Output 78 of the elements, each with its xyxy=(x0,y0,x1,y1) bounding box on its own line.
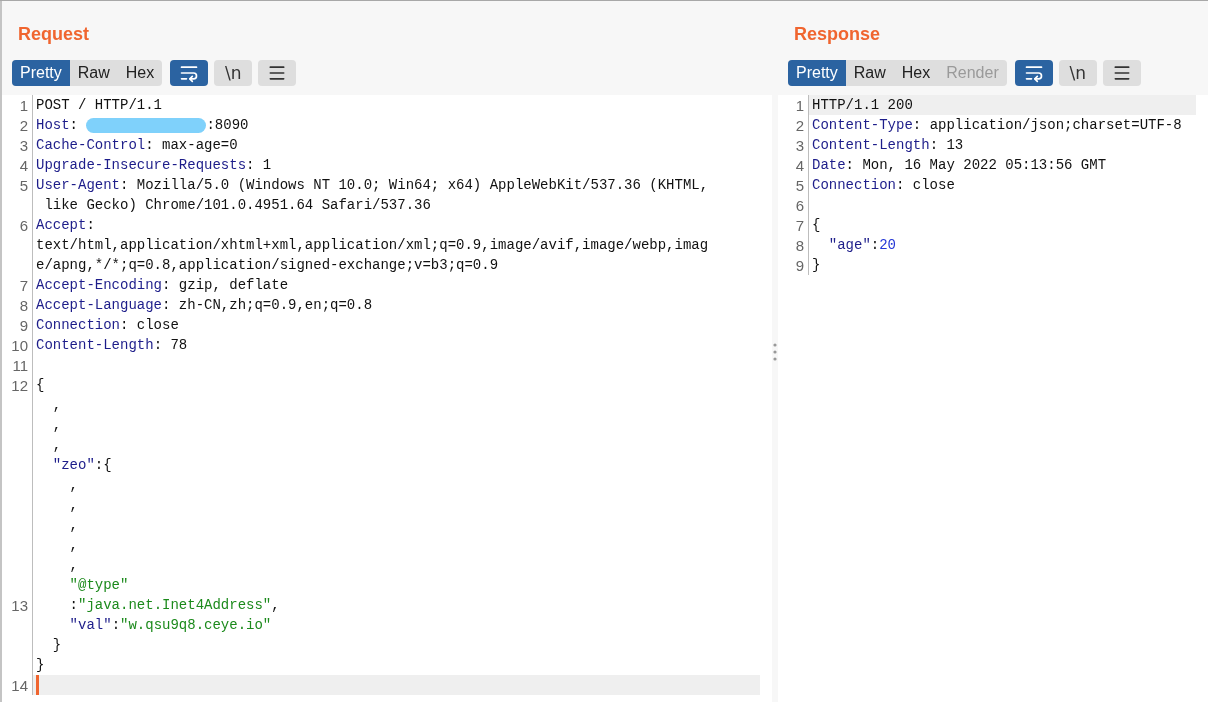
view-tab[interactable]: Pretty xyxy=(12,60,70,86)
wrap-text-icon xyxy=(179,63,200,83)
code-line: { xyxy=(36,377,45,393)
code-line: , xyxy=(68,477,78,493)
panel-title: Request xyxy=(17,23,90,46)
line-number: 5 xyxy=(795,176,804,194)
code-line: :8090 xyxy=(206,117,249,133)
line-number: 7 xyxy=(19,276,28,294)
code-line: Host: xyxy=(36,117,79,133)
code-line: , xyxy=(51,437,62,453)
line-number: 5 xyxy=(19,176,28,194)
code-line: User-Agent: Mozilla/5.0 (Windows NT 10.0; Win64; x64) AppleWebKit/537.36 (KHTML, xyxy=(36,177,709,193)
line-number: 6 xyxy=(19,216,28,234)
code-line: like Gecko) Chrome/101.0.4951.64 Safari/537.36 xyxy=(43,197,431,213)
line-number: 10 xyxy=(11,336,28,354)
code-line: Connection: close xyxy=(36,317,179,333)
code-line: "age":20 xyxy=(827,237,897,253)
newline-button[interactable]: \n xyxy=(1058,60,1097,86)
drag-handle-icon[interactable] xyxy=(773,342,777,361)
code-line: } xyxy=(51,637,62,653)
code-line: POST / HTTP/1.1 xyxy=(36,97,163,113)
code-line: Accept-Language: zh-CN,zh;q=0.9,en;q=0.8 xyxy=(36,297,373,313)
code-line: Content-Length: 78 xyxy=(36,337,188,353)
line-number: 8 xyxy=(795,236,804,254)
line-number: 13 xyxy=(11,596,28,614)
code-line: Cache-Control: max-age=0 xyxy=(36,137,238,153)
options-menu-button[interactable] xyxy=(1102,60,1141,86)
view-tab[interactable]: Raw xyxy=(69,60,118,86)
code-line: , xyxy=(51,397,62,413)
view-tab[interactable]: Hex xyxy=(893,60,939,86)
line-number: 8 xyxy=(19,296,28,314)
word-wrap-button[interactable] xyxy=(170,60,209,86)
line-number: 3 xyxy=(19,136,28,154)
code-line: e/apng,*/*;q=0.8,application/signed-exchange;v=b3;q=0.9 xyxy=(36,257,499,273)
line-number: 4 xyxy=(19,156,28,174)
code-line: } xyxy=(812,257,821,273)
code-line: :"java.net.Inet4Address", xyxy=(68,597,280,613)
code-line: Upgrade-Insecure-Requests: 1 xyxy=(36,157,272,173)
view-tab[interactable]: Pretty xyxy=(788,60,846,86)
options-menu-button[interactable] xyxy=(258,60,297,86)
code-line: } xyxy=(36,657,45,673)
code-line: "@type" xyxy=(68,577,129,593)
code-line: , xyxy=(68,517,78,533)
code-line: { xyxy=(812,217,821,233)
line-number: 12 xyxy=(11,376,28,394)
panel-title: Response xyxy=(793,23,882,46)
code-line: "val":"w.qsu9q8.ceye.io" xyxy=(68,617,272,633)
view-tab[interactable]: Raw xyxy=(845,60,894,86)
line-number: 9 xyxy=(795,256,804,274)
newline-button[interactable]: \n xyxy=(214,60,253,86)
line-number: 14 xyxy=(11,676,28,694)
code-line: HTTP/1.1 200 xyxy=(812,97,913,113)
line-number: 1 xyxy=(19,96,28,114)
line-number: 2 xyxy=(19,116,28,134)
code-line: Date: Mon, 16 May 2022 05:13:56 GMT xyxy=(812,157,1107,173)
line-number: 3 xyxy=(795,136,804,154)
line-number: 6 xyxy=(795,196,804,214)
code-line: Content-Length: 13 xyxy=(812,137,964,153)
text-cursor xyxy=(36,675,39,695)
line-number: 11 xyxy=(12,356,28,374)
view-tab[interactable]: Hex xyxy=(117,60,163,86)
code-line: text/html,application/xhtml+xml,application/xml;q=0.9,image/avif,image/webp,imag xyxy=(36,237,709,253)
code-line: , xyxy=(68,557,78,573)
line-number: 2 xyxy=(795,116,804,134)
code-line: Connection: close xyxy=(812,177,955,193)
code-line: Accept-Encoding: gzip, deflate xyxy=(36,277,289,293)
code-line: "zeo":{ xyxy=(51,457,112,473)
line-number: 1 xyxy=(795,96,804,114)
code-line: , xyxy=(68,497,78,513)
wrap-text-icon xyxy=(1023,63,1044,83)
code-line: , xyxy=(51,417,62,433)
line-number: 7 xyxy=(795,216,804,234)
code-line: , xyxy=(68,537,78,553)
word-wrap-button[interactable] xyxy=(1014,60,1053,86)
line-number: 4 xyxy=(795,156,804,174)
line-number: 9 xyxy=(19,316,28,334)
code-line: Content-Type: application/json;charset=UTF-8 xyxy=(812,117,1182,133)
code-line: Accept: xyxy=(36,217,95,233)
